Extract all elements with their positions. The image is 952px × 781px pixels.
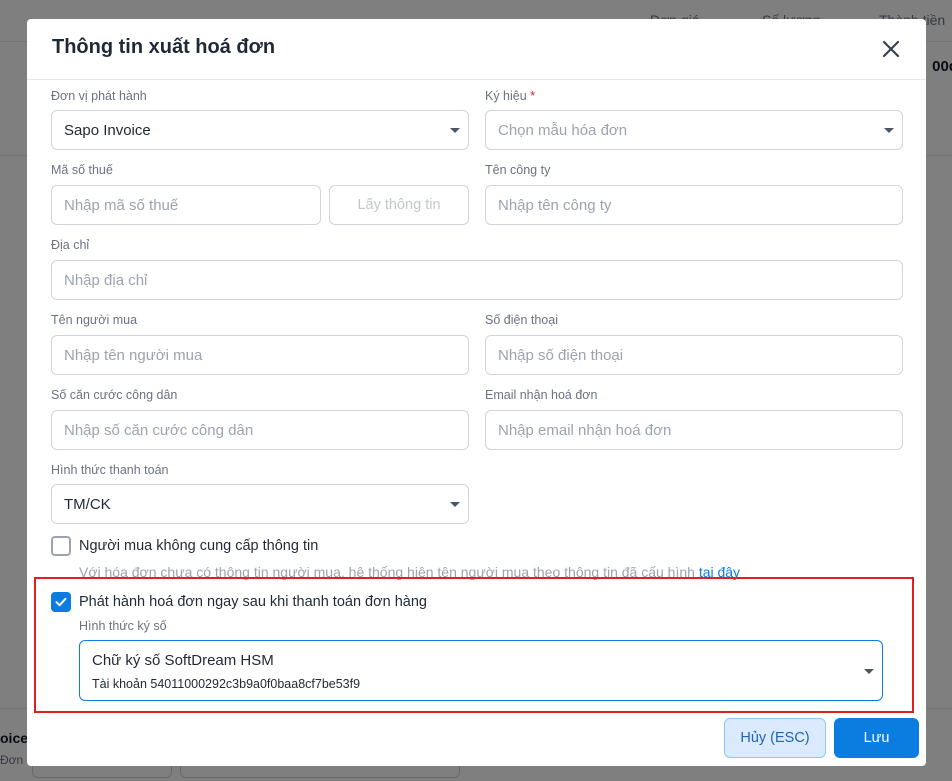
email-input[interactable] — [486, 411, 902, 449]
dialog-header: Thông tin xuất hoá đơn — [27, 19, 926, 80]
citizen-id-input[interactable] — [52, 411, 468, 449]
phone-label: Số điện thoại — [485, 313, 558, 327]
symbol-label: Ký hiệu * — [485, 89, 536, 103]
company-input[interactable] — [486, 186, 902, 224]
payment-select[interactable]: TM/CK — [51, 484, 469, 524]
buyer-label: Tên người mua — [51, 313, 138, 327]
company-field — [485, 185, 903, 225]
cancel-button[interactable]: Hủy (ESC) — [724, 718, 826, 758]
tax-code-field — [51, 185, 321, 225]
tax-code-label: Mã số thuế — [51, 163, 113, 177]
address-label: Địa chỉ — [51, 238, 90, 252]
required-mark: * — [530, 89, 536, 103]
sign-method-value: Chữ ký số SoftDream HSM — [92, 652, 274, 669]
phone-field — [485, 335, 903, 375]
tax-code-input[interactable] — [52, 186, 320, 224]
dropdown-caret-icon — [864, 669, 874, 674]
email-label: Email nhận hoá đơn — [485, 388, 598, 402]
sign-method-account: Tài khoản 54011000292c3b9a0f0baa8cf7be53… — [92, 677, 361, 691]
citizen-id-field — [51, 410, 469, 450]
dropdown-caret-icon — [884, 128, 894, 133]
company-label: Tên công ty — [485, 163, 551, 177]
citizen-id-label: Số căn cước công dân — [51, 388, 178, 402]
checkmark-icon — [55, 597, 67, 607]
payment-label: Hình thức thanh toán — [51, 463, 169, 477]
issuer-label: Đơn vị phát hành — [51, 89, 147, 103]
buyer-input[interactable] — [52, 336, 468, 374]
close-button[interactable] — [878, 36, 904, 62]
buyer-field — [51, 335, 469, 375]
issuer-value: Sapo Invoice — [64, 122, 151, 139]
address-input[interactable] — [52, 261, 902, 299]
dropdown-caret-icon — [450, 128, 460, 133]
save-button[interactable]: Lưu — [834, 718, 919, 758]
fetch-info-button[interactable]: Lấy thông tin — [329, 185, 469, 225]
email-field — [485, 410, 903, 450]
invoice-export-dialog: Thông tin xuất hoá đơn Đơn vị phát hành … — [27, 19, 926, 766]
issuer-select[interactable]: Sapo Invoice — [51, 110, 469, 150]
symbol-select[interactable]: Chọn mẫu hóa đơn — [485, 110, 903, 150]
no-info-checkbox[interactable] — [51, 536, 71, 556]
sign-method-select[interactable]: Chữ ký số SoftDream HSM Tài khoản 540110… — [79, 640, 883, 701]
no-info-label[interactable]: Người mua không cung cấp thông tin — [79, 538, 318, 554]
phone-input[interactable] — [486, 336, 902, 374]
issue-after-payment-label[interactable]: Phát hành hoá đơn ngay sau khi thanh toá… — [79, 594, 427, 610]
dialog-title: Thông tin xuất hoá đơn — [52, 36, 276, 58]
sign-method-label: Hình thức ký số — [79, 619, 167, 633]
close-icon — [882, 40, 900, 58]
dropdown-caret-icon — [450, 502, 460, 507]
issue-after-payment-checkbox[interactable] — [51, 592, 71, 612]
payment-value: TM/CK — [64, 496, 111, 513]
symbol-placeholder: Chọn mẫu hóa đơn — [498, 122, 628, 139]
address-field — [51, 260, 903, 300]
